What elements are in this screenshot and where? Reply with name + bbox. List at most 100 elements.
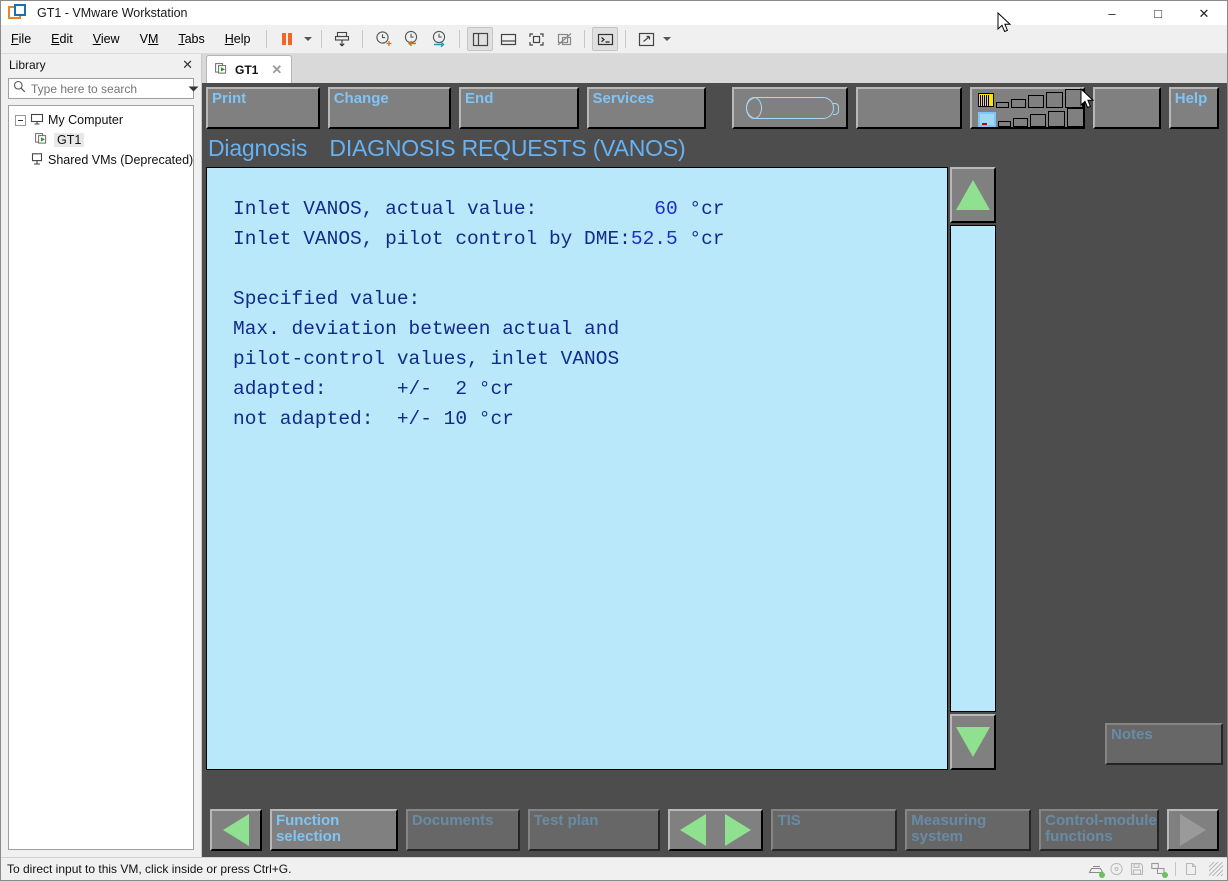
gt1-change-button[interactable]: Change	[328, 87, 451, 129]
scroll-up-arrow-icon[interactable]	[950, 167, 996, 223]
vm-running-icon	[215, 62, 230, 78]
gt1-control-module-functions-button[interactable]: Control-module functions	[1039, 809, 1159, 851]
gt1-content-area: Inlet VANOS, actual value: 60 °crInlet V…	[206, 167, 948, 770]
tree-item-my-computer[interactable]: My Computer	[9, 110, 193, 130]
menu-edit[interactable]: Edit	[42, 29, 82, 49]
gt1-scroll-track[interactable]	[950, 225, 996, 712]
gt1-end-button[interactable]: End	[459, 87, 578, 129]
library-panel: Library ✕	[1, 54, 202, 857]
stretch-caret-icon[interactable]	[660, 27, 674, 51]
revert-snapshot-icon[interactable]	[398, 27, 424, 51]
show-library-icon[interactable]	[467, 27, 493, 51]
minimize-button[interactable]: –	[1089, 1, 1135, 25]
resize-grip-icon[interactable]	[1209, 862, 1223, 876]
menu-vm[interactable]: VM	[131, 29, 168, 49]
window-title: GT1 - VMware Workstation	[37, 6, 188, 20]
status-bar-icons	[1088, 862, 1223, 877]
console-icon[interactable]	[592, 27, 618, 51]
manage-snapshots-icon[interactable]	[426, 27, 452, 51]
gt1-signal-status-button[interactable]	[970, 87, 1085, 129]
network-adapter-icon[interactable]	[1151, 862, 1167, 877]
gt1-text-line: Inlet VANOS, actual value: 60 °cr	[233, 194, 947, 224]
toolbar-separator	[625, 30, 626, 48]
gt1-notes-button[interactable]: Notes	[1105, 723, 1223, 765]
gt1-print-button[interactable]: Print	[206, 87, 320, 129]
menu-toolbar: File Edit View VM Tabs Help	[1, 25, 1227, 54]
close-icon[interactable]: ✕	[268, 62, 285, 78]
menu-file[interactable]: File	[2, 29, 40, 49]
cylinder-icon	[746, 97, 834, 119]
gt1-measuring-system-button[interactable]: Measuring system	[905, 809, 1031, 851]
close-button[interactable]: ✕	[1181, 1, 1227, 25]
menu-tabs[interactable]: Tabs	[169, 29, 213, 49]
gt1-scrollbar	[950, 167, 996, 770]
status-message: To direct input to this VM, click inside…	[7, 862, 1088, 876]
gt1-function-selection-button[interactable]: Function selection	[270, 809, 398, 851]
power-dropdown-caret-icon[interactable]	[301, 27, 315, 51]
maximize-button[interactable]: □	[1135, 1, 1181, 25]
printer-icon[interactable]	[1088, 862, 1104, 877]
gt1-services-button[interactable]: Services	[587, 87, 706, 129]
interface-module-icon	[978, 93, 994, 107]
library-header: Library ✕	[1, 54, 201, 76]
floppy-disk-icon[interactable]	[1130, 862, 1146, 877]
take-snapshot-icon[interactable]	[370, 27, 396, 51]
gt1-text-spacer	[233, 254, 947, 284]
show-thumbnails-icon[interactable]	[495, 27, 521, 51]
menu-help[interactable]: Help	[216, 29, 260, 49]
close-icon[interactable]: ✕	[180, 57, 195, 73]
unity-mode-icon[interactable]	[551, 27, 577, 51]
tree-item-label: Shared VMs (Deprecated)	[48, 153, 193, 167]
gt1-tis-button[interactable]: TIS	[771, 809, 897, 851]
vm-pane: GT1 ✕ Print Change End Services	[202, 54, 1227, 857]
toolbar-separator	[584, 30, 585, 48]
usb-document-icon[interactable]	[1184, 862, 1200, 877]
gt1-prev-next-button[interactable]	[668, 809, 764, 851]
gt1-blank-button-1[interactable]	[856, 87, 962, 129]
next-arrow-icon[interactable]	[725, 814, 751, 846]
gt1-next-button[interactable]	[1167, 809, 1219, 851]
gt1-text-line: pilot-control values, inlet VANOS	[233, 344, 947, 374]
tree-item-label: My Computer	[48, 113, 123, 127]
gt1-text-label: Specified value:	[233, 288, 631, 310]
shared-vms-icon	[30, 153, 44, 168]
library-search-box[interactable]	[8, 78, 194, 99]
snapshot-manager-icon[interactable]	[329, 27, 355, 51]
toolbar-separator	[362, 30, 363, 48]
tree-item-shared-vms[interactable]: Shared VMs (Deprecated)	[9, 150, 193, 170]
toolbar-separator	[266, 30, 267, 48]
gt1-measurement-unit: °cr	[678, 228, 725, 250]
search-icon	[13, 80, 26, 98]
chevron-down-icon[interactable]	[188, 80, 199, 98]
search-input[interactable]	[26, 81, 188, 97]
gt1-text-label: Inlet VANOS, actual value:	[233, 198, 631, 220]
next-arrow-icon	[1180, 814, 1206, 846]
stretch-icon[interactable]	[633, 27, 659, 51]
gt1-header-title: DIAGNOSIS REQUESTS (VANOS)	[329, 135, 685, 161]
tree-item-gt1[interactable]: GT1	[9, 130, 193, 150]
cd-drive-icon[interactable]	[1109, 862, 1125, 877]
tab-gt1[interactable]: GT1 ✕	[206, 55, 292, 83]
full-screen-icon[interactable]	[523, 27, 549, 51]
vm-running-icon	[35, 132, 50, 148]
window-controls: – □ ✕	[1089, 1, 1227, 25]
collapse-expander-icon[interactable]	[15, 115, 26, 126]
scroll-down-arrow-icon[interactable]	[950, 714, 996, 770]
gt1-help-button[interactable]: Help	[1169, 87, 1219, 129]
gt1-documents-button[interactable]: Documents	[406, 809, 520, 851]
gt1-text-line: not adapted: +/- 10 °cr	[233, 404, 947, 434]
gt1-blank-button-2[interactable]	[1093, 87, 1161, 129]
title-bar: GT1 - VMware Workstation – □ ✕	[1, 1, 1227, 25]
pause-icon[interactable]	[274, 27, 300, 51]
gt1-text-label: Inlet VANOS, pilot control by DME:	[233, 228, 631, 250]
gt1-back-button[interactable]	[210, 809, 262, 851]
gt1-text-label: Max. deviation between actual and	[233, 318, 631, 340]
gt1-bottom-bar: Function selection Documents Test plan T…	[202, 809, 1227, 855]
gt1-test-plan-button[interactable]: Test plan	[528, 809, 660, 851]
gt1-guest-screen[interactable]: Print Change End Services	[202, 83, 1227, 857]
prev-arrow-icon[interactable]	[680, 814, 706, 846]
gt1-cylinder-button[interactable]	[732, 87, 848, 129]
menu-view[interactable]: View	[84, 29, 129, 49]
gt1-measurement-value: 52.5	[631, 228, 678, 250]
gt1-text-line: Specified value:	[233, 284, 947, 314]
